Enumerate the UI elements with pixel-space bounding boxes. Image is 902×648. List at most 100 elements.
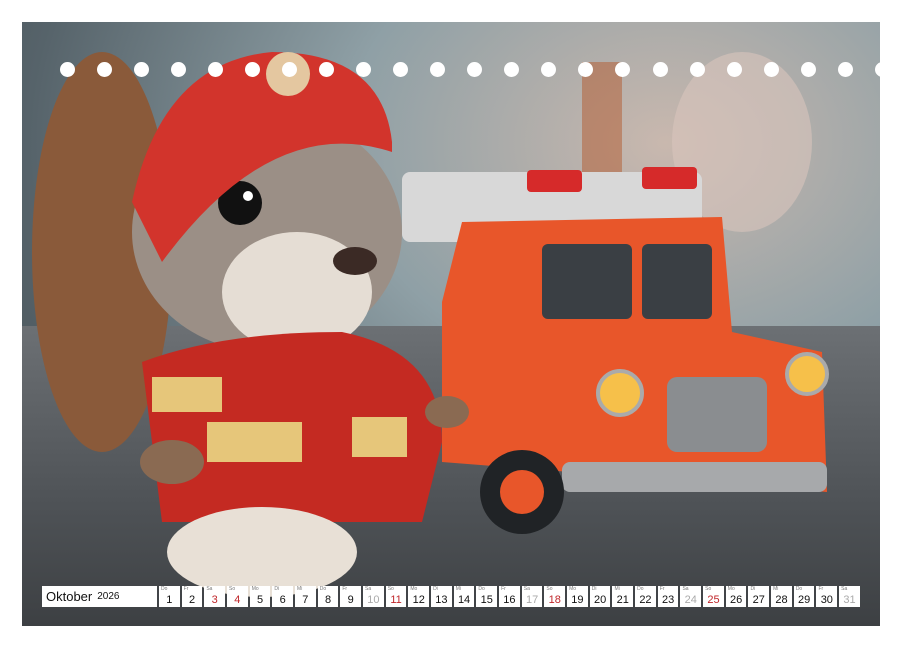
day-cell: Do 15 (476, 586, 498, 607)
day-cell: So 11 (385, 586, 407, 607)
day-number: 15 (480, 594, 493, 606)
day-number: 23 (661, 594, 675, 606)
day-cell: Sa 17 (521, 586, 543, 607)
squirrel-nose (333, 247, 377, 275)
day-cell: Fr 9 (340, 586, 362, 607)
weekday-label: Di (274, 586, 280, 592)
binding-hole (467, 62, 483, 77)
weekday-label: Mi (455, 586, 462, 592)
weekday-label: Sa (682, 586, 689, 592)
weekday-label: Sa (206, 586, 213, 592)
weekday-label: Mi (773, 586, 779, 592)
headlight-left (596, 369, 644, 417)
binding-hole (837, 62, 853, 77)
day-cell: Mi 28 (771, 586, 792, 607)
jacket-stripe-right (352, 417, 407, 457)
weekday-label: Do (319, 586, 327, 592)
day-number: 24 (684, 594, 697, 606)
binding-hole (504, 62, 520, 77)
day-cell: Mo 5 (249, 586, 271, 607)
day-number: 19 (571, 594, 584, 606)
day-number: 30 (820, 594, 833, 606)
weekday-label: Mi (297, 586, 303, 592)
day-number: 12 (412, 594, 425, 606)
day-cell: Di 13 (431, 586, 452, 607)
calendar-photo (22, 22, 880, 626)
day-number: 29 (798, 594, 811, 606)
jacket-stripe-center (207, 422, 302, 462)
binding-hole (282, 62, 298, 77)
day-number: 13 (435, 594, 448, 606)
weekday-label: Mo (569, 586, 577, 592)
siren-left (527, 170, 582, 192)
binding-hole (800, 62, 816, 77)
binding-hole (763, 62, 779, 77)
day-number: 1 (166, 594, 173, 606)
binding-holes (60, 62, 880, 78)
day-cell: So 18 (544, 586, 566, 607)
day-number: 7 (302, 594, 309, 606)
weekday-label: Di (750, 586, 756, 592)
binding-hole (208, 62, 224, 77)
day-cell: Di 6 (272, 586, 294, 607)
binding-hole (541, 62, 557, 77)
day-number: 18 (548, 594, 561, 606)
weekday-label: Fr (501, 586, 506, 592)
binding-hole (726, 62, 742, 77)
squirrel-paw-right (425, 396, 469, 428)
day-number: 2 (188, 594, 196, 606)
binding-hole (245, 62, 261, 77)
weekday-label: Do (795, 586, 803, 592)
siren-right (642, 167, 697, 189)
day-number: 8 (324, 594, 332, 606)
weekday-label: Mo (251, 586, 259, 592)
calendar-strip: Oktober 2026 Do 1 Fr 2 Sa 3 So 4 Mo 5 Di 6 Mi 7 Do 8 Fr 9… (42, 586, 860, 607)
weekday-label: Do (478, 586, 485, 592)
day-number: 20 (593, 594, 607, 606)
day-cell: So 25 (703, 586, 724, 607)
weekday-label: So (229, 586, 236, 592)
weekday-label: Di (591, 586, 597, 592)
day-cell: Sa 24 (680, 586, 702, 607)
day-number: 6 (279, 594, 286, 606)
day-number: 31 (843, 594, 856, 606)
binding-hole (171, 62, 187, 77)
weekday-label: Sa (523, 586, 530, 592)
weekday-label: So (705, 586, 712, 592)
photo-illustration (32, 52, 829, 597)
truck-window-2 (642, 244, 712, 319)
binding-hole (319, 62, 335, 77)
binding-hole (356, 62, 372, 77)
weekday-label: Sa (841, 586, 848, 592)
day-number: 27 (752, 594, 765, 606)
month-label: Oktober 2026 (42, 586, 157, 607)
day-cell: Sa 10 (363, 586, 384, 607)
month-name: Oktober (46, 589, 93, 604)
binding-hole (652, 62, 668, 77)
day-number: 25 (707, 594, 720, 606)
day-cell: Fr 30 (816, 586, 838, 607)
day-cell: Di 27 (748, 586, 770, 607)
day-cell: Di 20 (589, 586, 611, 607)
day-number: 14 (457, 594, 471, 606)
day-cell: So 4 (227, 586, 248, 607)
day-cell: Sa 31 (839, 586, 860, 607)
day-number: 28 (775, 594, 788, 606)
headlight-right (785, 352, 829, 396)
day-cell: Fr 16 (499, 586, 520, 607)
binding-hole (60, 62, 75, 77)
day-cell: Mo 26 (725, 586, 747, 607)
day-cell: Mi 21 (612, 586, 634, 607)
weekday-label: Do (161, 586, 168, 592)
binding-hole (393, 62, 409, 77)
weekday-label: Mi (614, 586, 620, 592)
day-number: 22 (639, 594, 652, 606)
binding-hole (615, 62, 631, 77)
truck-window (542, 244, 632, 319)
binding-hole (430, 62, 446, 77)
year-label: 2026 (97, 591, 120, 602)
day-cell: Do 1 (159, 586, 180, 607)
weekday-label: Mo (410, 586, 418, 592)
weekday-label: Fr (818, 586, 824, 592)
binding-hole (578, 62, 594, 77)
